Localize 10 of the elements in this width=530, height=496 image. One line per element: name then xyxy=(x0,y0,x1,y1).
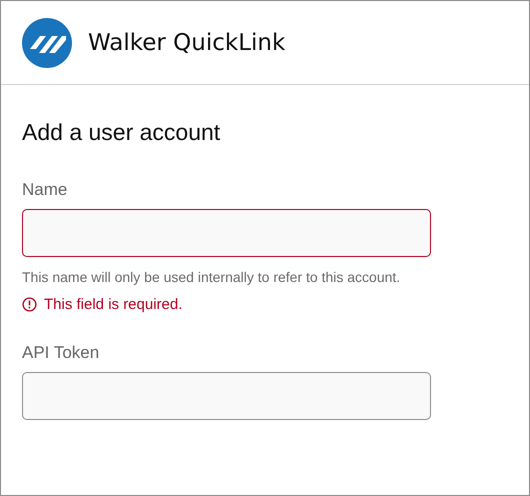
input-field[interactable] xyxy=(22,209,431,257)
app-title: Walker QuickLink xyxy=(88,30,286,56)
field-label: Name xyxy=(22,180,68,200)
logo-icon xyxy=(22,18,72,68)
field-label: API Token xyxy=(22,343,100,363)
error-icon xyxy=(22,297,37,312)
input-field[interactable] xyxy=(22,372,431,420)
error-message: This field is required. xyxy=(44,296,182,313)
form-heading: Add a user account xyxy=(22,119,222,146)
help-text: This name will only be used internally to refer to this account. xyxy=(22,269,402,285)
